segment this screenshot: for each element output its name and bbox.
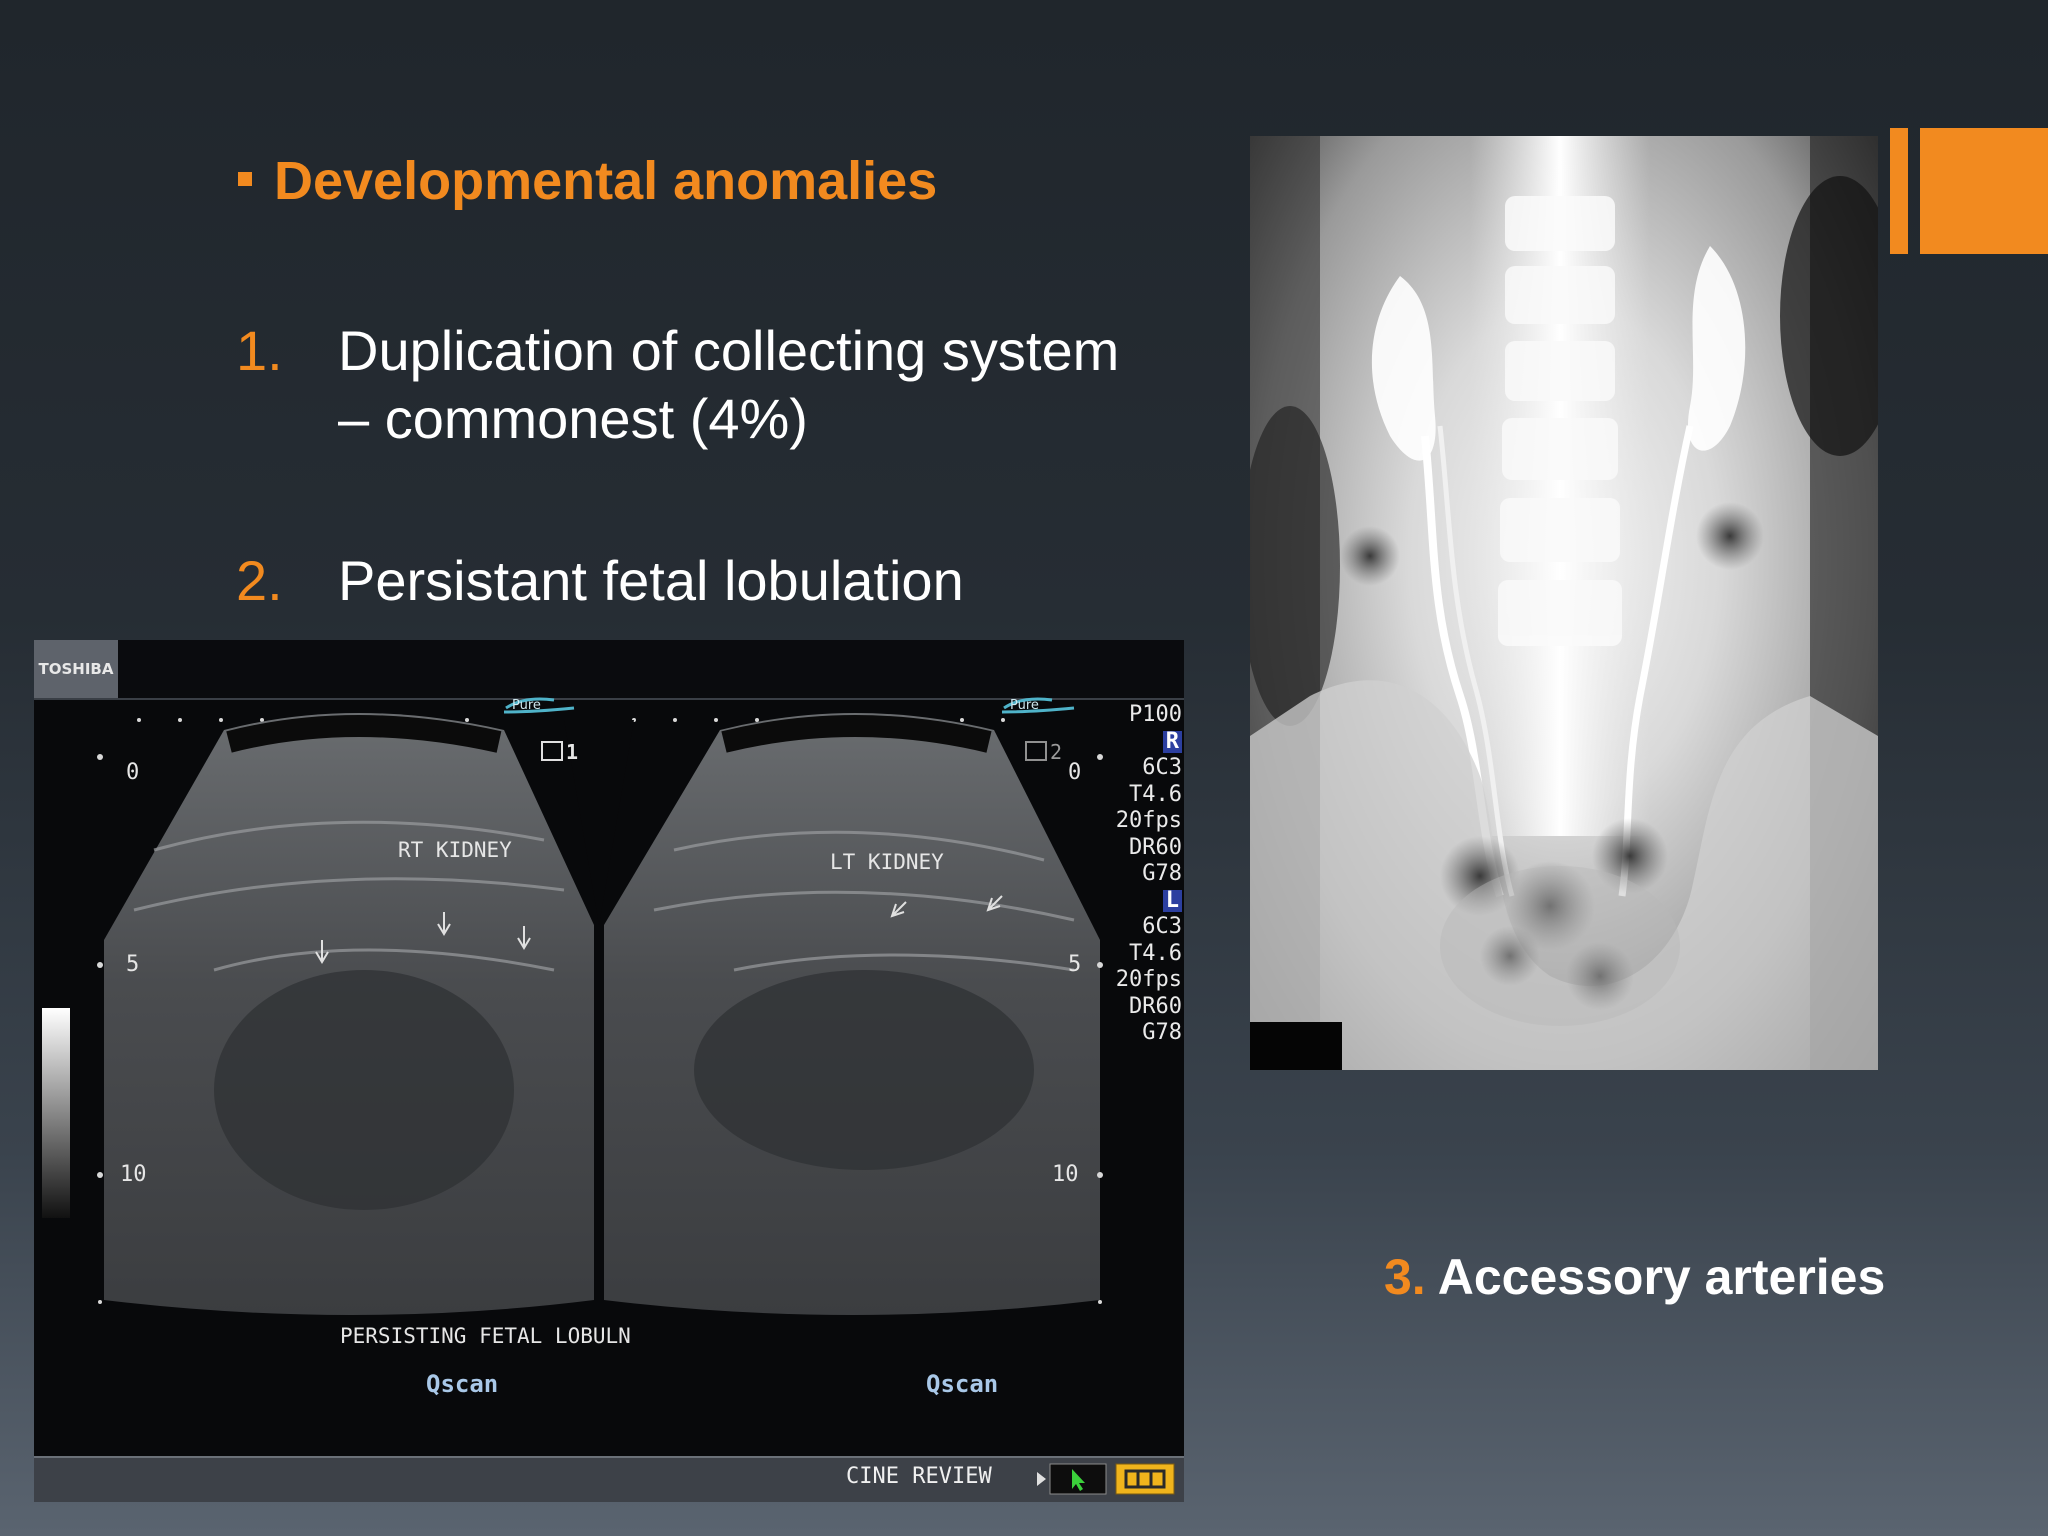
param-r-value: DR60 xyxy=(1129,834,1182,860)
list-number-1: 1. xyxy=(236,319,283,382)
param-l-label: L xyxy=(1162,889,1182,912)
param-l-value: T4.6 xyxy=(1129,940,1182,966)
param-l-value: 6C3 xyxy=(1142,914,1182,939)
square-bullet-icon xyxy=(238,171,252,186)
param-l-value: 20fps xyxy=(1115,967,1182,992)
pointer-cursor-icon xyxy=(1049,1463,1107,1495)
ultrasound-caption: PERSISTING FETAL LOBULN xyxy=(340,1324,631,1348)
depth-mark-left-10: 10 xyxy=(120,1162,147,1187)
ultrasound-scans xyxy=(42,697,1103,1315)
xray-image xyxy=(1250,136,1878,1070)
cine-review-label: CINE REVIEW xyxy=(846,1464,992,1489)
pure-logo-left-text: Pure xyxy=(512,698,541,713)
qscan-left: Qscan xyxy=(426,1370,499,1398)
frame-box-right-icon xyxy=(1025,741,1047,761)
list-number-2: 2. xyxy=(236,549,283,612)
frame-right-number: 2 xyxy=(1050,740,1063,764)
param-r-value: 20fps xyxy=(1115,808,1182,833)
param-r-label: R xyxy=(1162,730,1182,753)
param-preset: P100 xyxy=(1129,702,1182,727)
list-item-2: Persistant fetal lobulation xyxy=(338,549,964,612)
depth-mark-left-0: 0 xyxy=(126,760,140,785)
accent-bar-thin xyxy=(1890,128,1908,254)
ultrasound-image: TOSHIBA Pure Pure 1 2 RT KIDNEY LT KIDNE… xyxy=(34,640,1184,1502)
param-r-value: 6C3 xyxy=(1142,755,1182,780)
film-strip-icon xyxy=(1115,1463,1175,1495)
ultrasound-params: P100 R 6C3 T4.6 20fps DR60 G78 L 6C3 T4.… xyxy=(1102,702,1182,1047)
list-number-3: 3. xyxy=(1384,1249,1426,1305)
label-rt-kidney: RT KIDNEY xyxy=(398,838,512,862)
depth-mark-left-5: 5 xyxy=(126,952,140,977)
pure-logo-right-text: Pure xyxy=(1010,698,1039,713)
depth-mark-right-10: 10 xyxy=(1052,1162,1079,1187)
frame-left-number: 1 xyxy=(566,740,579,764)
param-r-value: T4.6 xyxy=(1129,781,1182,807)
param-l-value: G78 xyxy=(1142,1020,1182,1045)
section-heading: Developmental anomalies xyxy=(238,150,937,212)
list-item-3: 3. Accessory arteries xyxy=(1384,1248,1885,1306)
list-item-1-line2: – commonest (4%) xyxy=(338,387,808,450)
depth-mark-right-5: 5 xyxy=(1068,952,1082,977)
list-item-3-text: Accessory arteries xyxy=(1437,1249,1886,1305)
depth-mark-right-0: 0 xyxy=(1068,760,1082,785)
param-l-value: DR60 xyxy=(1129,993,1182,1019)
frame-box-left-icon xyxy=(541,741,563,761)
ultrasound-footer xyxy=(34,1456,1184,1502)
accent-bar-thick xyxy=(1920,128,2048,254)
label-lt-kidney: LT KIDNEY xyxy=(830,850,944,874)
qscan-right: Qscan xyxy=(926,1370,999,1398)
list-item-1-line1: Duplication of collecting system xyxy=(338,319,1120,382)
param-r-value: G78 xyxy=(1142,861,1182,886)
